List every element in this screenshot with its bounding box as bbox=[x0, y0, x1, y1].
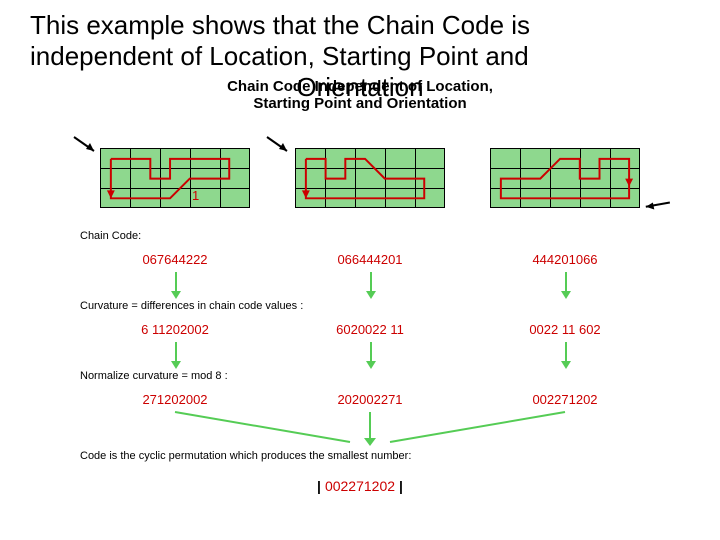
chain-code-header: Chain Code: bbox=[80, 230, 141, 242]
converge-arrows bbox=[100, 408, 640, 448]
chain-code-1: 067644222 bbox=[100, 252, 250, 267]
curvature-row: 6 11202002 6020022 11 0022 11 602 bbox=[100, 322, 640, 337]
figure-title-l1: Chain Code Independent of Location, bbox=[227, 78, 493, 95]
cyclic-header: Code is the cyclic permutation which pro… bbox=[80, 450, 411, 462]
normalized-1: 271202002 bbox=[100, 392, 250, 407]
curvature-1: 6 11202002 bbox=[100, 322, 250, 337]
grid-3 bbox=[490, 148, 640, 208]
curvature-2: 6020022 11 bbox=[295, 322, 445, 337]
flow-arrows-1 bbox=[100, 272, 640, 302]
chain-code-3: 444201066 bbox=[490, 252, 640, 267]
chain-code-row: 067644222 066444201 444201066 bbox=[100, 252, 640, 267]
direction-label-1: 1 bbox=[192, 188, 199, 203]
curvature-3: 0022 11 602 bbox=[490, 322, 640, 337]
grid-1 bbox=[100, 148, 250, 208]
curvature-header: Curvature = differences in chain code va… bbox=[80, 300, 303, 312]
start-arrow-3 bbox=[637, 188, 672, 223]
start-arrow-1 bbox=[72, 135, 102, 155]
result-value: 002271202 bbox=[325, 478, 395, 494]
title-line-1: This example shows that the Chain Code i… bbox=[30, 10, 530, 40]
figure-title: Chain Code Independent of Location, Star… bbox=[0, 78, 720, 113]
bracket-right: | bbox=[395, 478, 407, 494]
chain-code-2: 066444201 bbox=[295, 252, 445, 267]
grids-row bbox=[100, 148, 640, 214]
normalize-header: Normalize curvature = mod 8 : bbox=[80, 370, 228, 382]
figure-title-l2: Starting Point and Orientation bbox=[253, 95, 466, 112]
bracket-left: | bbox=[313, 478, 325, 494]
grid-2 bbox=[295, 148, 445, 208]
result-code: |002271202| bbox=[0, 478, 720, 494]
normalized-2: 202002271 bbox=[295, 392, 445, 407]
normalized-3: 002271202 bbox=[490, 392, 640, 407]
title-line-2: independent of Location, Starting Point … bbox=[30, 41, 529, 71]
flow-arrows-2 bbox=[100, 342, 640, 372]
normalize-row: 271202002 202002271 002271202 bbox=[100, 392, 640, 407]
